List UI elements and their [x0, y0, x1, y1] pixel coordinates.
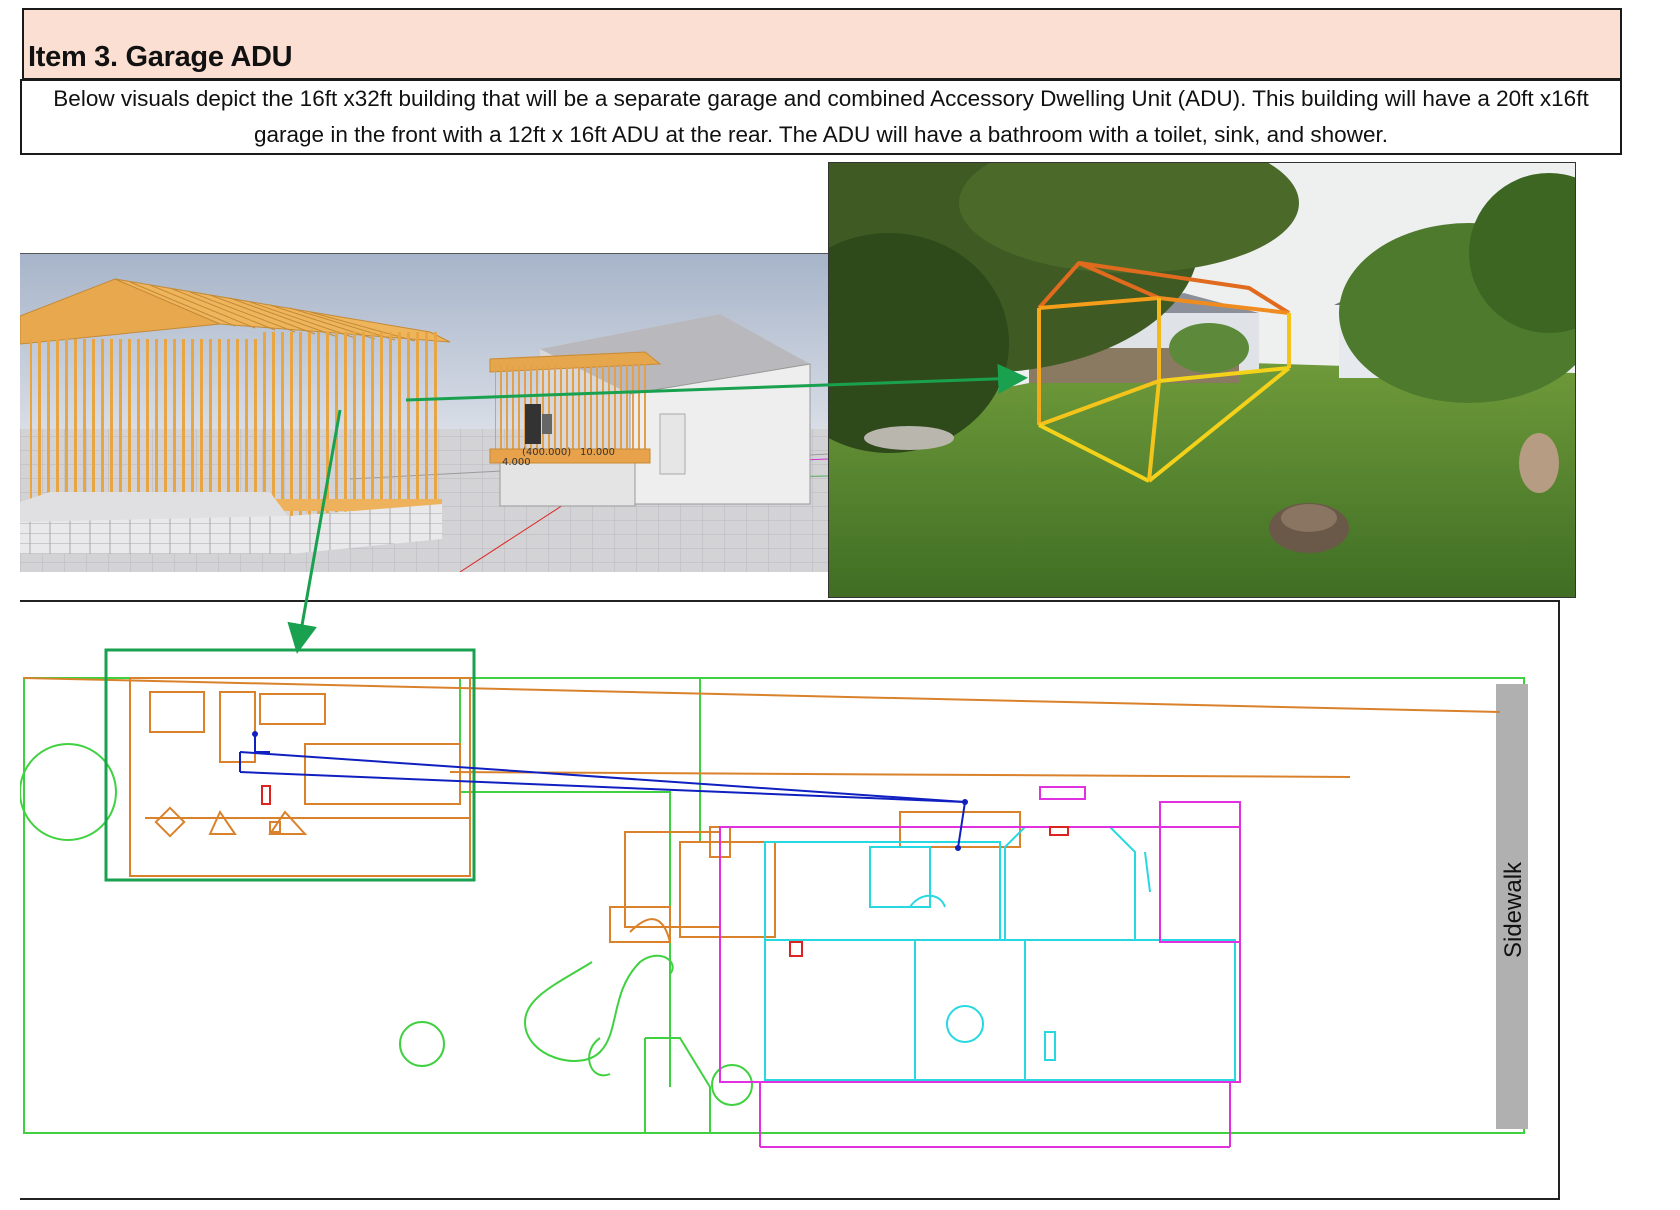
description-box: Below visuals depict the 16ft x32ft buil…: [20, 79, 1622, 155]
render-dim-label-3: 10.000: [580, 447, 615, 458]
backyard-photo-svg: [829, 163, 1575, 597]
title-bar: Item 3. Garage ADU: [22, 8, 1622, 80]
render-dim-label-1: 4.000: [502, 457, 531, 468]
sidewalk-label-text: Sidewalk: [1500, 861, 1528, 959]
site-plan-svg: [19, 648, 1528, 1148]
page-title: Item 3. Garage ADU: [28, 41, 293, 73]
framing-render-image: (400.000) 10.000 4.000: [20, 253, 829, 572]
description-text: Below visuals depict the 16ft x32ft buil…: [53, 86, 1589, 147]
sidewalk-label: Sidewalk: [1496, 680, 1532, 1140]
framing-render-svg: (400.000) 10.000 4.000: [20, 254, 828, 572]
site-plan: [19, 600, 1560, 1200]
backyard-photo: [828, 162, 1576, 598]
